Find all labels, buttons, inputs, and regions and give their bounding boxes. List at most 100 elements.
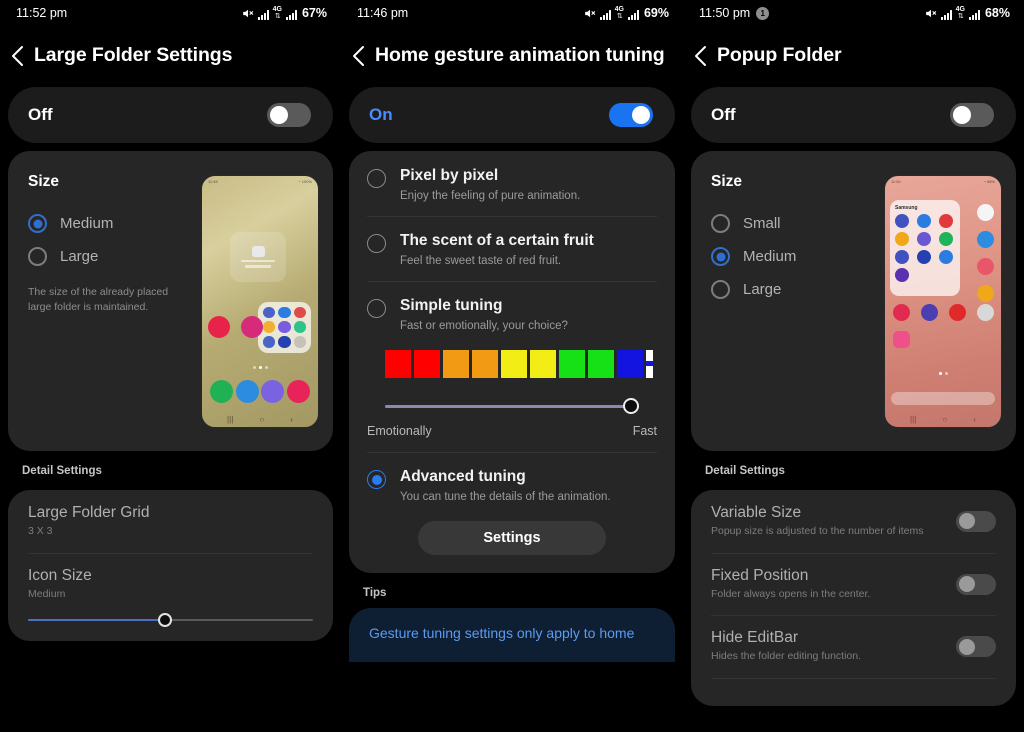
size-option-label: Medium bbox=[60, 215, 114, 232]
radio-icon[interactable] bbox=[367, 234, 386, 253]
master-toggle-switch[interactable] bbox=[609, 103, 653, 127]
slider-left-label: Emotionally bbox=[367, 424, 432, 438]
row-hide-editbar[interactable]: Hide EditBar Hides the folder editing fu… bbox=[691, 615, 1016, 678]
size-option-medium[interactable]: Medium bbox=[28, 207, 201, 240]
master-toggle-label: On bbox=[369, 105, 393, 124]
option-advanced-tuning[interactable]: Advanced tuning You can tune the details… bbox=[349, 452, 675, 573]
master-toggle-switch[interactable] bbox=[950, 103, 994, 127]
master-toggle-row[interactable]: On bbox=[349, 87, 675, 143]
color-swatch[interactable] bbox=[472, 350, 498, 378]
signal-bars-2-icon bbox=[968, 10, 980, 20]
radio-icon[interactable] bbox=[367, 470, 386, 489]
battery-percent: 69% bbox=[643, 6, 669, 20]
size-option-medium[interactable]: Medium bbox=[711, 240, 884, 273]
color-swatch[interactable] bbox=[530, 350, 556, 378]
option-simple-tuning[interactable]: Simple tuning Fast or emotionally, your … bbox=[349, 281, 675, 346]
master-toggle-row[interactable]: Off bbox=[691, 87, 1016, 143]
detail-settings-card: Variable Size Popup size is adjusted to … bbox=[691, 490, 1016, 707]
option-scent-of-a-certain-fruit[interactable]: The scent of a certain fruit Feel the sw… bbox=[349, 216, 675, 281]
hide-editbar-toggle[interactable] bbox=[956, 636, 996, 658]
preview-page-dots bbox=[885, 371, 1001, 375]
row-subtitle: 3 X 3 bbox=[28, 525, 53, 537]
mute-icon bbox=[924, 7, 937, 20]
radio-icon[interactable] bbox=[711, 247, 730, 266]
radio-icon[interactable] bbox=[367, 299, 386, 318]
advanced-settings-button[interactable]: Settings bbox=[418, 521, 606, 555]
signal-bars-2-icon bbox=[285, 10, 297, 20]
detail-settings-heading: Detail Settings bbox=[22, 465, 102, 477]
tuning-options-card: Pixel by pixel Enjoy the feeling of pure… bbox=[349, 151, 675, 573]
fixed-position-toggle[interactable] bbox=[956, 573, 996, 595]
option-pixel-by-pixel[interactable]: Pixel by pixel Enjoy the feeling of pure… bbox=[349, 151, 675, 216]
screen-large-folder-settings: 11:52 pm 4G⇅ 67% Large Folder Settings bbox=[0, 0, 341, 732]
page-title: Home gesture animation tuning bbox=[375, 44, 665, 66]
preview-folder-grid bbox=[895, 213, 956, 282]
status-bar: 11:52 pm 4G ⇅ 67% bbox=[0, 0, 341, 26]
option-title: Advanced tuning bbox=[400, 468, 526, 485]
color-swatch[interactable] bbox=[559, 350, 585, 378]
option-subtitle: Fast or emotionally, your choice? bbox=[400, 320, 568, 332]
option-subtitle: You can tune the details of the animatio… bbox=[400, 491, 611, 503]
row-fixed-position[interactable]: Fixed Position Folder always opens in th… bbox=[691, 552, 1016, 616]
size-option-label: Small bbox=[743, 215, 781, 232]
row-subtitle: Popup size is adjusted to the number of … bbox=[711, 525, 924, 537]
color-swatch[interactable] bbox=[414, 350, 440, 378]
page-title: Popup Folder bbox=[717, 44, 842, 66]
color-swatch[interactable] bbox=[385, 350, 411, 378]
preview-page-dots bbox=[202, 365, 318, 369]
slider-right-label: Fast bbox=[632, 424, 657, 438]
network-type-icon: 4G ⇅ bbox=[955, 6, 965, 20]
size-option-label: Medium bbox=[743, 248, 797, 265]
size-option-large[interactable]: Large bbox=[28, 240, 201, 273]
option-title: The scent of a certain fruit bbox=[400, 232, 594, 249]
row-partial-cutoff[interactable] bbox=[691, 678, 1016, 706]
row-title: Fixed Position bbox=[711, 566, 809, 584]
preview-dock bbox=[202, 379, 318, 403]
size-option-large[interactable]: Large bbox=[711, 273, 884, 306]
status-time: 11:52 pm bbox=[16, 6, 68, 20]
back-arrow-icon[interactable] bbox=[683, 45, 717, 67]
variable-size-toggle[interactable] bbox=[956, 510, 996, 532]
master-toggle-label: Off bbox=[28, 105, 53, 124]
size-options: Size Small Medium Large bbox=[691, 151, 884, 451]
size-heading: Size bbox=[711, 173, 743, 190]
tips-text: Gesture tuning settings only apply to ho… bbox=[369, 625, 635, 641]
color-swatch-strip[interactable] bbox=[349, 346, 675, 378]
color-swatch[interactable] bbox=[443, 350, 469, 378]
signal-bars-2-icon bbox=[627, 10, 639, 20]
radio-icon[interactable] bbox=[367, 169, 386, 188]
detail-settings-heading: Detail Settings bbox=[705, 465, 785, 477]
icon-size-slider[interactable] bbox=[28, 613, 313, 628]
master-toggle-row[interactable]: Off bbox=[8, 87, 333, 143]
radio-icon[interactable] bbox=[28, 214, 47, 233]
preview-search-bar bbox=[891, 391, 995, 405]
color-swatch[interactable] bbox=[588, 350, 614, 378]
network-type-icon: 4G ⇅ bbox=[614, 6, 624, 20]
preview-widget bbox=[230, 231, 286, 282]
size-option-label: Large bbox=[60, 248, 99, 265]
row-large-folder-grid[interactable]: Large Folder Grid 3 X 3 bbox=[8, 490, 333, 553]
tuning-slider[interactable] bbox=[385, 398, 639, 414]
preview-folder-title: Samsung bbox=[895, 204, 918, 211]
size-card: Size Medium Large The size of the alread… bbox=[8, 151, 333, 451]
color-swatch[interactable] bbox=[617, 350, 643, 378]
tips-card: Gesture tuning settings only apply to ho… bbox=[349, 608, 675, 662]
back-arrow-icon[interactable] bbox=[341, 45, 375, 67]
size-heading: Size bbox=[28, 173, 60, 190]
row-icon-size[interactable]: Icon Size Medium bbox=[8, 552, 333, 642]
size-option-small[interactable]: Small bbox=[711, 207, 884, 240]
row-title: Hide EditBar bbox=[711, 629, 799, 647]
radio-icon[interactable] bbox=[28, 247, 47, 266]
color-swatch-partial[interactable] bbox=[646, 350, 653, 378]
row-variable-size[interactable]: Variable Size Popup size is adjusted to … bbox=[691, 490, 1016, 553]
tips-heading: Tips bbox=[363, 587, 387, 599]
preview-nav-bar: ||| ○ ‹ bbox=[910, 414, 976, 424]
master-toggle-switch[interactable] bbox=[267, 103, 311, 127]
screenshot-collage: 11:52 pm 4G⇅ 67% Large Folder Settings bbox=[0, 0, 1024, 732]
title-bar: Large Folder Settings bbox=[0, 26, 341, 87]
status-bar: 11:50 pm 1 4G ⇅ 68% bbox=[683, 0, 1024, 26]
radio-icon[interactable] bbox=[711, 214, 730, 233]
radio-icon[interactable] bbox=[711, 280, 730, 299]
back-arrow-icon[interactable] bbox=[0, 45, 34, 67]
color-swatch[interactable] bbox=[501, 350, 527, 378]
